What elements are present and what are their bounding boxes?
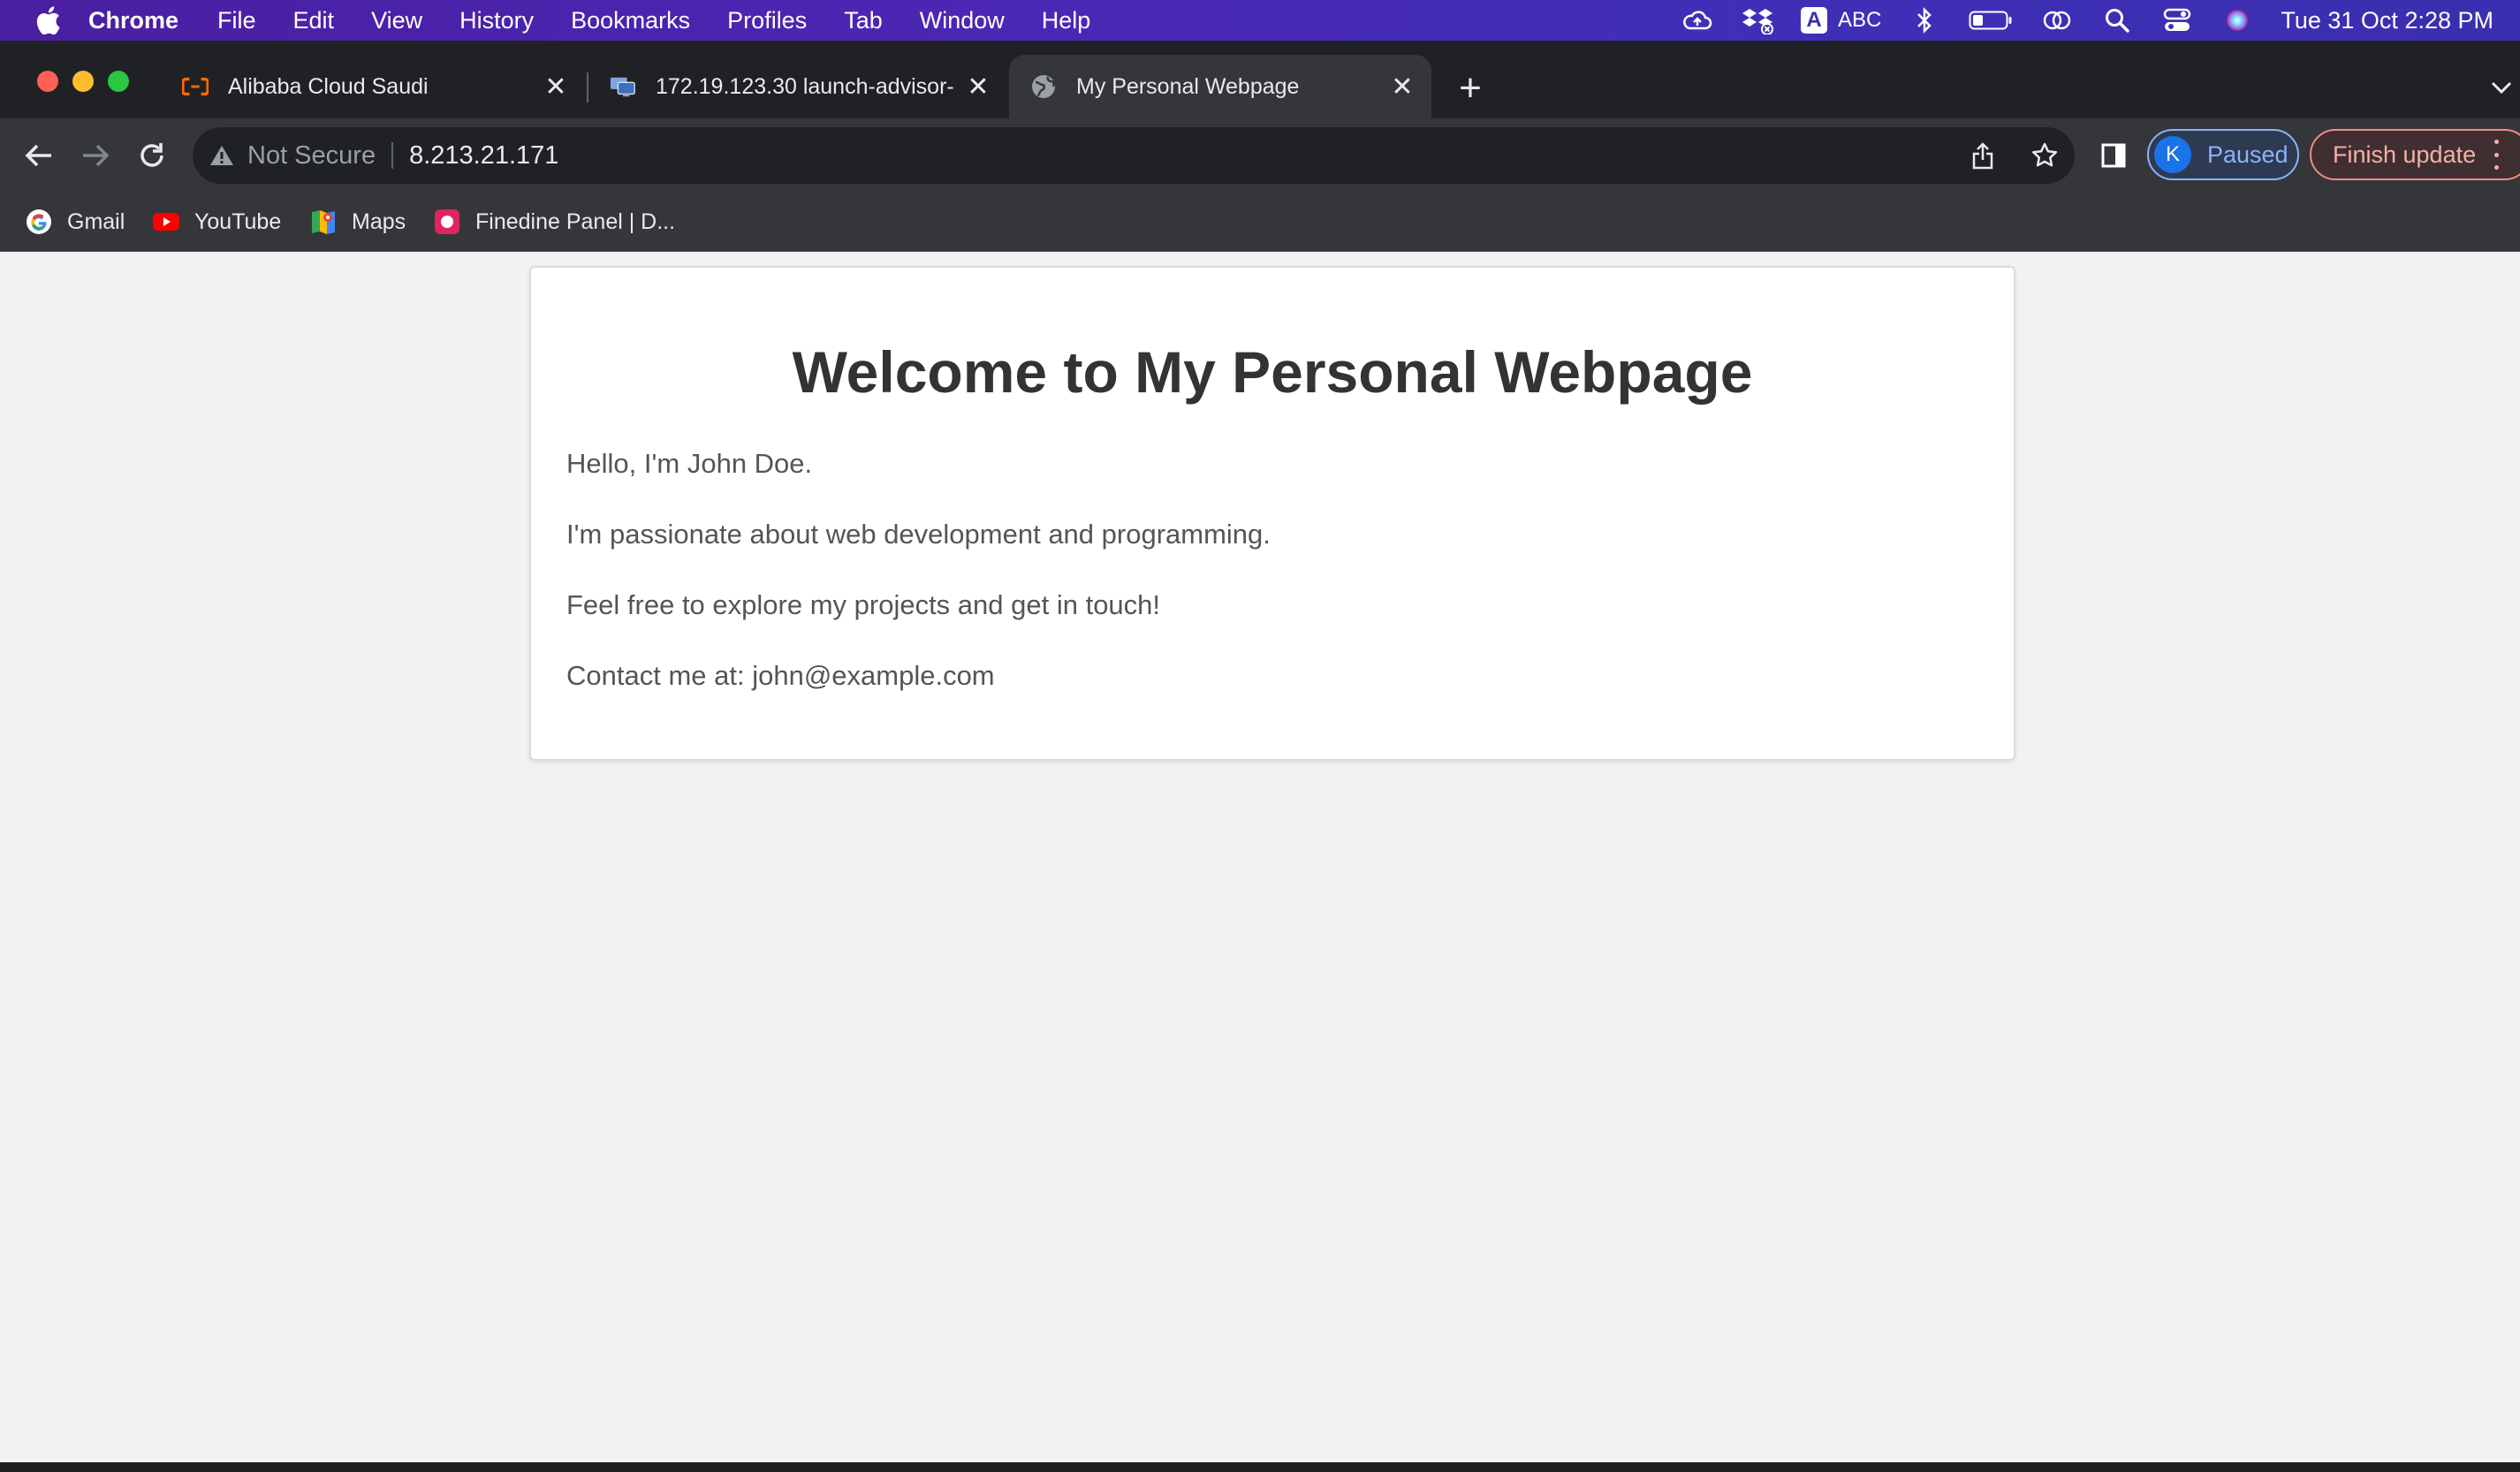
menu-profiles[interactable]: Profiles — [727, 7, 807, 34]
omnibox-actions — [1965, 138, 2062, 173]
back-button[interactable] — [18, 134, 60, 177]
side-panel-icon[interactable] — [2094, 136, 2133, 175]
bookmark-gmail[interactable]: Gmail — [25, 203, 125, 240]
avatar: K — [2154, 136, 2191, 173]
profile-status-label: Paused — [2207, 140, 2288, 168]
menu-window[interactable]: Window — [920, 7, 1005, 34]
explore-paragraph: Feel free to explore my projects and get… — [566, 589, 1161, 620]
tab-search-chevron-icon[interactable] — [2488, 74, 2515, 101]
tab-close-icon[interactable]: ✕ — [963, 72, 993, 102]
globe-icon — [1030, 73, 1057, 100]
cloud-sync-icon[interactable] — [1681, 4, 1714, 37]
warning-triangle-icon[interactable] — [209, 142, 235, 169]
url-text[interactable]: 8.213.21.171 — [409, 141, 558, 171]
input-source-label: ABC — [1838, 8, 1882, 32]
menu-edit[interactable]: Edit — [293, 7, 335, 34]
menubar-status-area: A ABC Tue 31 Oct 2:28 PM — [1681, 0, 2493, 41]
forward-button[interactable] — [74, 134, 117, 177]
bookmark-label: Finedine Panel | D... — [475, 209, 676, 234]
bookmark-star-icon[interactable] — [2027, 138, 2062, 173]
tab-my-personal-webpage[interactable]: My Personal Webpage ✕ — [1009, 55, 1431, 118]
menu-app-chrome[interactable]: Chrome — [88, 7, 178, 34]
bookmark-finedine-panel[interactable]: Finedine Panel | D... — [433, 203, 675, 240]
share-icon[interactable] — [1965, 138, 2000, 173]
menu-tab[interactable]: Tab — [844, 7, 883, 34]
browser-tab-strip: Alibaba Cloud Saudi ✕ 172.19.123.30 laun… — [0, 41, 2520, 118]
bookmark-youtube[interactable]: YouTube — [152, 203, 281, 240]
tab-close-icon[interactable]: ✕ — [1387, 72, 1417, 102]
menu-history[interactable]: History — [459, 7, 534, 34]
siri-icon[interactable] — [2220, 4, 2254, 37]
menubar-clock[interactable]: Tue 31 Oct 2:28 PM — [2281, 7, 2493, 34]
chrome-menu-icon[interactable] — [2492, 140, 2501, 170]
keyboard-input-source[interactable]: A ABC — [1801, 7, 1881, 34]
omnibox-divider — [391, 142, 394, 169]
contact-paragraph: Contact me at: john@example.com — [566, 660, 995, 691]
tab-title: My Personal Webpage — [1076, 73, 1300, 99]
bookmarks-bar: Gmail YouTube Maps Finedine Panel | D... — [0, 193, 2520, 252]
reload-button[interactable] — [131, 134, 173, 177]
input-source-icon: A — [1801, 7, 1828, 34]
maps-icon — [309, 208, 338, 236]
menu-help[interactable]: Help — [1042, 7, 1091, 34]
profile-button[interactable]: K Paused — [2147, 129, 2299, 180]
window-minimize-button[interactable] — [72, 71, 94, 92]
security-status-label[interactable]: Not Secure — [247, 141, 376, 171]
google-icon — [25, 208, 53, 236]
tab-close-icon[interactable]: ✕ — [541, 72, 571, 102]
finedine-icon — [433, 208, 461, 236]
new-tab-button[interactable]: + — [1453, 66, 1488, 110]
browser-toolbar: Not Secure 8.213.21.171 K Paused Finish … — [0, 118, 2520, 193]
window-close-button[interactable] — [37, 71, 58, 92]
window-zoom-button[interactable] — [108, 71, 129, 92]
finish-update-button[interactable]: Finish update — [2310, 129, 2520, 180]
bookmark-label: Gmail — [67, 209, 125, 234]
content-card: Welcome to My Personal Webpage Hello, I'… — [529, 266, 2015, 761]
bookmark-label: Maps — [352, 209, 406, 234]
menu-view[interactable]: View — [371, 7, 422, 34]
control-center-icon[interactable] — [2160, 4, 2194, 37]
bluetooth-icon[interactable] — [1908, 4, 1941, 37]
web-page-viewport: Welcome to My Personal Webpage Hello, I'… — [0, 252, 2520, 1462]
macos-menu-bar: Chrome File Edit View History Bookmarks … — [0, 0, 2520, 41]
bookmark-maps[interactable]: Maps — [309, 203, 406, 240]
youtube-icon — [152, 208, 180, 236]
tab-remote-desktop[interactable]: 172.19.123.30 launch-advisor- ✕ — [588, 55, 1007, 118]
update-label: Finish update — [2333, 140, 2477, 168]
page-title: Welcome to My Personal Webpage — [792, 339, 1753, 405]
tab-title: Alibaba Cloud Saudi — [228, 73, 429, 99]
menu-file[interactable]: File — [217, 7, 256, 34]
apple-menu-icon[interactable] — [30, 3, 65, 38]
intro-paragraph: Hello, I'm John Doe. — [566, 448, 813, 479]
bookmark-label: YouTube — [194, 209, 282, 234]
window-bottom-edge — [0, 1462, 2520, 1472]
alibaba-cloud-icon — [182, 73, 209, 100]
screen-mirroring-icon[interactable] — [2040, 4, 2074, 37]
dropbox-icon[interactable] — [1741, 4, 1774, 37]
passion-paragraph: I'm passionate about web development and… — [566, 519, 1271, 550]
remote-desktop-icon — [610, 73, 636, 100]
address-bar[interactable]: Not Secure 8.213.21.171 — [193, 127, 2075, 184]
tab-title: 172.19.123.30 launch-advisor- — [656, 73, 954, 99]
spotlight-search-icon[interactable] — [2100, 4, 2134, 37]
menu-bookmarks[interactable]: Bookmarks — [571, 7, 690, 34]
tab-alibaba-cloud[interactable]: Alibaba Cloud Saudi ✕ — [161, 55, 585, 118]
battery-icon[interactable] — [1968, 4, 2014, 37]
